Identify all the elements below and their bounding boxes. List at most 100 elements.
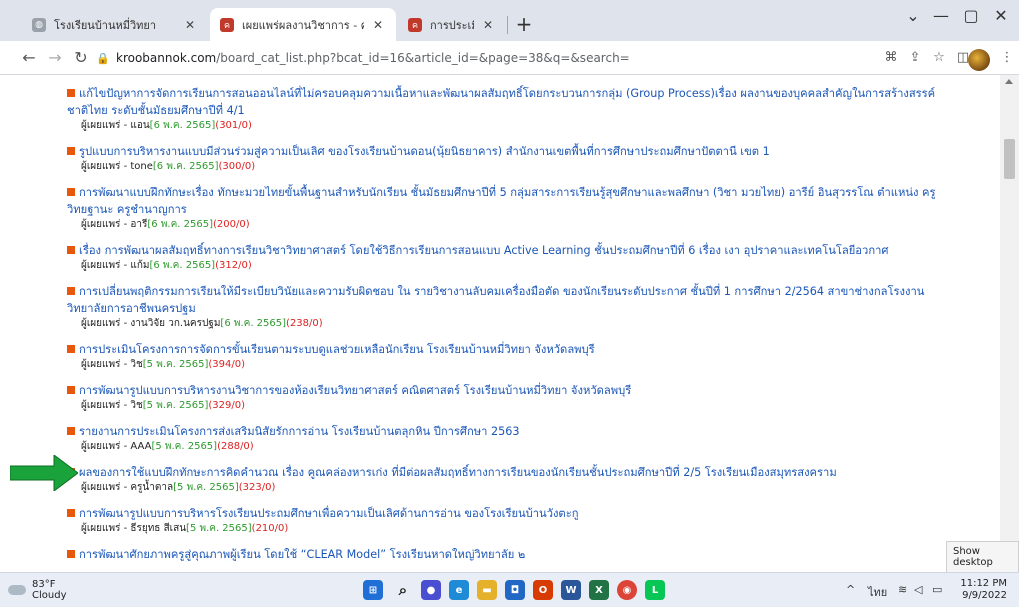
article-link[interactable]: รูปแบบการบริหารงานแบบมีส่วนร่วมสู่ความเป…	[67, 143, 937, 160]
volume-icon[interactable]: ◁	[914, 583, 922, 596]
article-link[interactable]: การพัฒนารูปแบบการบริหารโรงเรียนประถมศึกษ…	[67, 505, 937, 522]
list-item: การพัฒนารูปแบบการบริหารโรงเรียนประถมศึกษ…	[67, 505, 937, 536]
maximize-button[interactable]: ▢	[956, 6, 986, 25]
tab-title: เผยแพร่ผลงานวิชาการ - ครูบ้านนอกดอ	[242, 18, 364, 32]
show-desktop-tooltip: Show desktop	[946, 541, 1019, 573]
chrome-icon[interactable]: ◉	[617, 580, 637, 600]
menu-icon[interactable]: ⋮	[998, 49, 1016, 67]
article-link[interactable]: การพัฒนารูปแบบการบริหารงานวิชาการของห้อง…	[67, 382, 937, 399]
article-link[interactable]: การเปลี่ยนพฤติกรรมการเรียนให้มีระเบียบวิ…	[67, 283, 937, 317]
article-view-count: (288/0)	[217, 441, 254, 452]
article-date: [5 พ.ค. 2565]	[151, 441, 218, 452]
file-explorer-icon[interactable]: ▬	[477, 580, 497, 600]
article-view-count: (200/0)	[213, 219, 250, 230]
window-close-button[interactable]: ✕	[986, 6, 1016, 25]
scroll-up-icon[interactable]	[1005, 79, 1013, 84]
article-title[interactable]: ผลของการใช้แบบฝึกทักษะการคิดคำนวณ เรื่อง…	[79, 466, 837, 479]
reload-button[interactable]: ↻	[70, 48, 92, 68]
site-favicon-icon: ค	[408, 17, 422, 32]
forward-button[interactable]: →	[44, 48, 66, 68]
minimize-button[interactable]: —	[926, 6, 956, 25]
list-item: แก้ไขปัญหาการจัดการเรียนการสอนออนไลน์ที่…	[67, 85, 937, 133]
article-author: ผู้เผยแพร่ - ธีรยุทธ สีเสน	[81, 523, 187, 534]
article-date: [5 พ.ค. 2565]	[142, 400, 209, 411]
globe-icon: ◍	[32, 17, 46, 32]
article-date: [6 พ.ค. 2565]	[149, 260, 216, 271]
article-title[interactable]: การพัฒนาศักยภาพครูสู่คุณภาพผู้เรียน โดยใ…	[79, 548, 525, 561]
article-title[interactable]: รูปแบบการบริหารงานแบบมีส่วนร่วมสู่ความเป…	[79, 145, 770, 158]
article-link[interactable]: แก้ไขปัญหาการจัดการเรียนการสอนออนไลน์ที่…	[67, 85, 937, 119]
article-meta: ผู้เผยแพร่ - tone[6 พ.ค. 2565](300/0)	[67, 160, 937, 174]
clock-time: 11:12 PM	[960, 578, 1007, 589]
profile-avatar[interactable]	[968, 49, 990, 71]
list-item: รายงานการประเมินโครงการส่งเสริมนิสัยรักก…	[67, 423, 937, 454]
bullet-icon	[67, 89, 75, 97]
list-item: เรื่อง การพัฒนาผลสัมฤทธิ์ทางการเรียนวิชา…	[67, 242, 937, 273]
article-view-count: (301/0)	[215, 120, 252, 131]
store-icon[interactable]: ◘	[505, 580, 525, 600]
tab-title: โรงเรียนบ้านหมี่วิทยา	[54, 18, 157, 32]
article-link[interactable]: การพัฒนาศักยภาพครูสู่คุณภาพผู้เรียน โดยใ…	[67, 546, 937, 563]
article-title[interactable]: การเปลี่ยนพฤติกรรมการเรียนให้มีระเบียบวิ…	[67, 285, 924, 315]
ime-indicator[interactable]: ไทย	[868, 583, 887, 601]
translate-icon[interactable]: ⌘	[882, 49, 900, 67]
word-icon[interactable]: W	[561, 580, 581, 600]
close-icon[interactable]: ✕	[370, 17, 386, 33]
new-tab-button[interactable]: +	[512, 14, 536, 34]
bookmark-star-icon[interactable]: ☆	[930, 49, 948, 67]
tab-search-icon[interactable]: ⌄	[898, 6, 928, 25]
tab-evaluation[interactable]: ค การประเมินโครงการการจัดการขั้นเรียน ✕	[398, 8, 506, 41]
article-link[interactable]: เรื่อง การพัฒนาผลสัมฤทธิ์ทางการเรียนวิชา…	[67, 242, 937, 259]
article-link[interactable]: การพัฒนาแบบฝึกทักษะเรื่อง ทักษะมวยไทยขั้…	[67, 184, 937, 218]
clock-date: 9/9/2022	[962, 590, 1007, 601]
edge-icon[interactable]: e	[449, 580, 469, 600]
article-list: แก้ไขปัญหาการจัดการเรียนการสอนออนไลน์ที่…	[67, 85, 937, 572]
tab-school[interactable]: ◍ โรงเรียนบ้านหมี่วิทยา ✕	[22, 8, 208, 41]
page-scrollbar[interactable]	[1000, 75, 1019, 572]
taskbar-clock[interactable]: 11:12 PM 9/9/2022	[955, 578, 1007, 602]
battery-icon[interactable]: ▭	[932, 583, 942, 596]
article-author: ผู้เผยแพร่ - แอน	[81, 120, 150, 131]
back-button[interactable]: ←	[18, 48, 40, 68]
teams-chat-icon[interactable]: ●	[421, 580, 441, 600]
article-meta: ผู้เผยแพร่ - AAA[5 พ.ค. 2565](288/0)	[67, 440, 937, 454]
bullet-icon	[67, 386, 75, 394]
address-path: /board_cat_list.php?bcat_id=16&article_i…	[216, 51, 630, 65]
article-link[interactable]: รายงานการประเมินโครงการส่งเสริมนิสัยรักก…	[67, 423, 937, 440]
article-title[interactable]: การพัฒนาแบบฝึกทักษะเรื่อง ทักษะมวยไทยขั้…	[67, 186, 936, 216]
article-title[interactable]: การประเมินโครงการการจัดการขั้นเรียนตามระ…	[79, 343, 595, 356]
address-bar[interactable]: 🔒 kroobannok.com/board_cat_list.php?bcat…	[96, 46, 896, 70]
green-arrow-icon	[10, 455, 78, 491]
article-view-count: (300/0)	[218, 161, 256, 172]
list-item: การเปลี่ยนพฤติกรรมการเรียนให้มีระเบียบวิ…	[67, 283, 937, 331]
article-link[interactable]: ผลของการใช้แบบฝึกทักษะการคิดคำนวณ เรื่อง…	[67, 464, 937, 481]
article-title[interactable]: รายงานการประเมินโครงการส่งเสริมนิสัยรักก…	[79, 425, 519, 438]
weather-widget[interactable]: 83°F Cloudy	[8, 579, 66, 601]
article-author: ผู้เผยแพร่ - วิช	[81, 359, 143, 370]
scrollbar-thumb[interactable]	[1004, 139, 1015, 179]
excel-icon[interactable]: X	[589, 580, 609, 600]
article-title[interactable]: การพัฒนารูปแบบการบริหารโรงเรียนประถมศึกษ…	[79, 507, 578, 520]
windows-start-icon[interactable]: ⊞	[363, 580, 383, 600]
close-icon[interactable]: ✕	[182, 17, 198, 33]
close-icon[interactable]: ✕	[480, 17, 496, 33]
search-icon[interactable]: ⌕	[393, 580, 413, 600]
bullet-icon	[67, 188, 75, 196]
article-date: [5 พ.ค. 2565]	[173, 482, 239, 493]
office-icon[interactable]: O	[533, 580, 553, 600]
article-title[interactable]: เรื่อง การพัฒนาผลสัมฤทธิ์ทางการเรียนวิชา…	[79, 244, 888, 257]
article-author: ผู้เผยแพร่ - แก้ม	[81, 260, 150, 271]
share-icon[interactable]: ⇪	[906, 49, 924, 67]
article-date: [6 พ.ค. 2565]	[147, 219, 213, 230]
list-item: การพัฒนารูปแบบการบริหารงานวิชาการของห้อง…	[67, 382, 937, 413]
article-link[interactable]: การประเมินโครงการการจัดการขั้นเรียนตามระ…	[67, 341, 937, 358]
bullet-icon	[67, 509, 75, 517]
article-view-count: (394/0)	[208, 359, 246, 370]
article-title[interactable]: แก้ไขปัญหาการจัดการเรียนการสอนออนไลน์ที่…	[67, 87, 935, 117]
tab-kroobannok[interactable]: ค เผยแพร่ผลงานวิชาการ - ครูบ้านนอกดอ ✕	[210, 8, 396, 41]
tray-overflow-icon[interactable]: ^	[846, 583, 855, 596]
line-app-icon[interactable]: L	[645, 580, 665, 600]
cloud-icon	[8, 585, 26, 595]
wifi-icon[interactable]: ≋	[898, 583, 907, 596]
article-title[interactable]: การพัฒนารูปแบบการบริหารงานวิชาการของห้อง…	[79, 384, 631, 397]
